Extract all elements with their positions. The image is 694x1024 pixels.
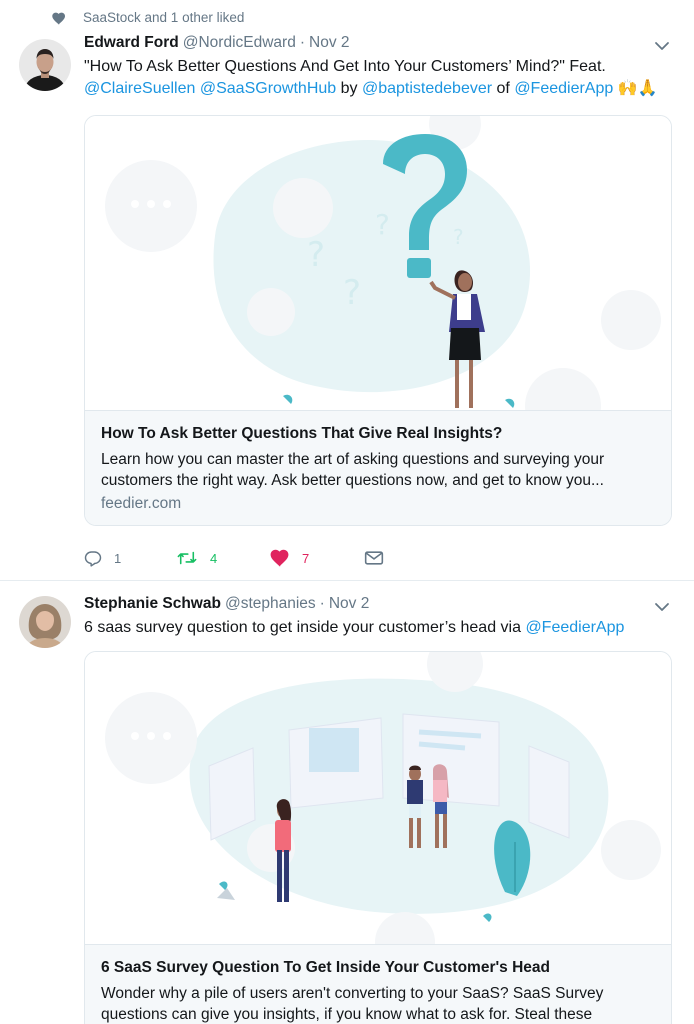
- mention-saas-growth-hub[interactable]: @SaaSGrowthHub: [200, 80, 336, 97]
- card-title: 6 SaaS Survey Question To Get Inside You…: [101, 959, 551, 976]
- svg-text:?: ?: [375, 208, 390, 241]
- separator: ·: [319, 595, 325, 612]
- fullname[interactable]: Stephanie Schwab: [84, 595, 221, 613]
- link-card[interactable]: 6 SaaS Survey Question To Get Inside You…: [84, 651, 672, 1024]
- card-domain: feedier.com: [101, 495, 182, 512]
- tweet-stephanie-schwab[interactable]: Stephanie Schwab @stephanies · Nov 2 6 s…: [0, 580, 694, 1024]
- card-title: How To Ask Better Questions That Give Re…: [101, 425, 503, 442]
- social-context: SaaStock and 1 other liked: [52, 9, 245, 27]
- tweet-actions: 1 4 7: [84, 546, 484, 570]
- chevron-down-icon[interactable]: [654, 599, 670, 615]
- tweet-header: Edward Ford @NordicEdward · Nov 2: [84, 34, 350, 54]
- card-body: 6 SaaS Survey Question To Get Inside You…: [85, 944, 671, 1024]
- avatar[interactable]: [19, 596, 71, 648]
- username[interactable]: @stephanies: [225, 595, 316, 613]
- mention-baptistedebever[interactable]: @baptistedebever: [362, 80, 492, 97]
- emoji-text: 🙌🙏: [613, 80, 658, 97]
- timestamp[interactable]: Nov 2: [309, 34, 350, 52]
- tweet-text-intro: 6 saas survey question to get inside you…: [84, 619, 526, 636]
- retweet-icon: [177, 551, 197, 565]
- card-description: Wonder why a pile of users aren't conver…: [101, 985, 604, 1023]
- envelope-icon: [364, 551, 384, 565]
- svg-text:?: ?: [343, 273, 361, 313]
- reply-icon: [84, 551, 102, 567]
- retweet-count: 4: [210, 550, 218, 566]
- card-body: How To Ask Better Questions That Give Re…: [85, 410, 671, 525]
- like-button[interactable]: 7: [270, 546, 309, 570]
- reply-count: 1: [114, 550, 122, 566]
- like-count: 7: [302, 550, 310, 566]
- card-image: ? ? ? ?: [85, 116, 671, 444]
- question-mark-illustration: ? ? ? ?: [105, 116, 661, 444]
- heart-filled-icon: [270, 549, 289, 567]
- avatar-edward-image: [19, 39, 71, 91]
- chevron-down-icon[interactable]: [654, 38, 670, 54]
- mention-feedierapp[interactable]: @FeedierApp: [525, 619, 624, 636]
- tweet-edward-ford[interactable]: SaaStock and 1 other liked Edward Ford @…: [0, 0, 694, 580]
- mention-feedierapp[interactable]: @FeedierApp: [514, 80, 613, 97]
- card-description: Learn how you can master the art of aski…: [101, 451, 605, 489]
- link-card[interactable]: ? ? ? ? How To Ask Better Questions That…: [84, 115, 672, 526]
- fullname[interactable]: Edward Ford: [84, 34, 179, 52]
- tweet-text: "How To Ask Better Questions And Get Int…: [84, 56, 674, 100]
- tweet-text: 6 saas survey question to get inside you…: [84, 617, 674, 639]
- separator: ·: [299, 34, 305, 51]
- reply-button[interactable]: 1: [84, 546, 121, 570]
- svg-text:?: ?: [307, 235, 325, 275]
- survey-illustration: [105, 652, 661, 972]
- avatar-stephanie-image: [19, 596, 71, 648]
- tweet-text-of: of: [492, 80, 515, 97]
- card-image: [85, 652, 671, 972]
- tweet-header: Stephanie Schwab @stephanies · Nov 2: [84, 595, 369, 615]
- tweet-text-by: by: [336, 80, 362, 97]
- direct-message-button[interactable]: [364, 546, 384, 570]
- username[interactable]: @NordicEdward: [183, 34, 296, 52]
- heart-icon: [52, 12, 66, 25]
- retweet-button[interactable]: 4: [176, 546, 217, 570]
- svg-text:?: ?: [453, 225, 464, 249]
- avatar[interactable]: [19, 39, 71, 91]
- timestamp[interactable]: Nov 2: [329, 595, 370, 613]
- social-context-text: SaaStock and 1 other liked: [83, 10, 245, 25]
- mention-claire-suellen[interactable]: @ClaireSuellen: [84, 80, 195, 97]
- tweet-text-intro: "How To Ask Better Questions And Get Int…: [84, 58, 606, 75]
